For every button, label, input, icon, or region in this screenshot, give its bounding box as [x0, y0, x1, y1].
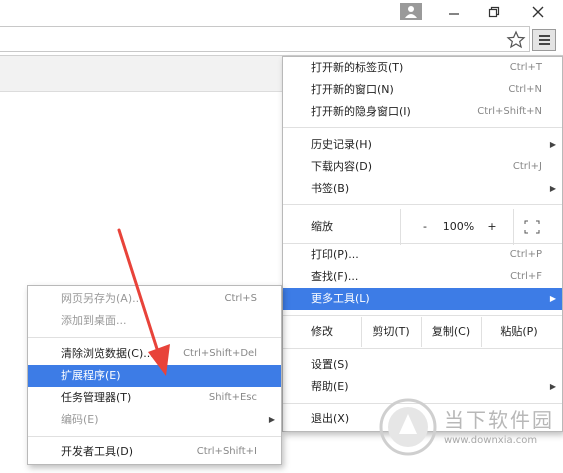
menu-separator	[28, 337, 281, 338]
browser-window: 打开新的标签页(T) Ctrl+T 打开新的窗口(N) Ctrl+N 打开新的隐…	[0, 0, 563, 473]
minimize-icon	[449, 13, 459, 15]
title-bar	[0, 0, 563, 24]
chrome-menu-button[interactable]	[532, 29, 556, 51]
watermark-logo	[379, 398, 437, 456]
submenu-item-save-page[interactable]: 网页另存为(A)... Ctrl+S	[28, 288, 281, 310]
main-menu: 打开新的标签页(T) Ctrl+T 打开新的窗口(N) Ctrl+N 打开新的隐…	[282, 56, 563, 432]
submenu-item-add-to-desktop[interactable]: 添加到桌面...	[28, 310, 281, 332]
menu-separator	[283, 348, 562, 349]
submenu-item-encoding[interactable]: 编码(E) ▶	[28, 409, 281, 431]
menu-separator	[283, 204, 562, 205]
person-icon	[405, 6, 417, 18]
menu-item-new-window[interactable]: 打开新的窗口(N) Ctrl+N	[283, 79, 562, 101]
menu-item-more-tools[interactable]: 更多工具(L) ▶	[283, 288, 562, 310]
submenu-arrow-icon: ▶	[549, 184, 556, 193]
star-icon	[506, 30, 526, 49]
copy-button[interactable]: 复制(C)	[421, 317, 481, 347]
menu-item-help[interactable]: 帮助(E) ▶	[283, 376, 562, 398]
submenu-item-extensions[interactable]: 扩展程序(E)	[28, 365, 281, 387]
menu-item-bookmarks[interactable]: 书签(B) ▶	[283, 178, 562, 200]
submenu-arrow-icon: ▶	[549, 294, 556, 303]
minimize-button[interactable]	[434, 0, 474, 24]
submenu-arrow-icon: ▶	[549, 140, 556, 149]
zoom-in-button[interactable]: +	[481, 209, 503, 245]
submenu-item-dev-tools[interactable]: 开发者工具(D) Ctrl+Shift+I	[28, 441, 281, 463]
zoom-out-button[interactable]: -	[414, 209, 436, 245]
close-button[interactable]	[518, 0, 558, 24]
more-tools-submenu: 网页另存为(A)... Ctrl+S 添加到桌面... 清除浏览数据(C)...…	[27, 285, 282, 465]
zoom-row: 缩放 - 100% +	[283, 209, 562, 245]
address-bar[interactable]	[0, 26, 530, 52]
menu-separator	[283, 315, 562, 316]
edit-label: 修改	[311, 325, 333, 338]
watermark-url: www.downxia.com	[444, 435, 538, 446]
fullscreen-icon	[524, 220, 540, 234]
zoom-label: 缩放	[311, 220, 333, 233]
page-content-header	[0, 56, 300, 92]
menu-item-settings[interactable]: 设置(S)	[283, 354, 562, 376]
menu-separator	[28, 436, 281, 437]
paste-button[interactable]: 粘贴(P)	[489, 317, 549, 347]
menu-separator	[283, 127, 562, 128]
menu-item-print[interactable]: 打印(P)... Ctrl+P	[283, 244, 562, 266]
submenu-arrow-icon: ▶	[268, 415, 275, 424]
restore-icon	[488, 6, 500, 18]
submenu-arrow-icon: ▶	[549, 382, 556, 391]
profile-button[interactable]	[400, 3, 422, 20]
bookmark-star-button[interactable]	[506, 30, 526, 50]
menu-item-new-tab[interactable]: 打开新的标签页(T) Ctrl+T	[283, 57, 562, 79]
restore-button[interactable]	[474, 0, 514, 24]
hamburger-icon	[539, 35, 550, 37]
submenu-item-clear-data[interactable]: 清除浏览数据(C)... Ctrl+Shift+Del	[28, 343, 281, 365]
close-icon	[532, 6, 544, 18]
menu-item-find[interactable]: 查找(F)... Ctrl+F	[283, 266, 562, 288]
menu-item-downloads[interactable]: 下载内容(D) Ctrl+J	[283, 156, 562, 178]
watermark-title: 当下软件园	[444, 408, 554, 432]
submenu-item-task-manager[interactable]: 任务管理器(T) Shift+Esc	[28, 387, 281, 409]
cut-button[interactable]: 剪切(T)	[361, 317, 421, 347]
toolbar	[0, 24, 563, 56]
menu-item-history[interactable]: 历史记录(H) ▶	[283, 134, 562, 156]
menu-item-new-incognito[interactable]: 打开新的隐身窗口(I) Ctrl+Shift+N	[283, 101, 562, 123]
edit-row: 修改 剪切(T) 复制(C) 粘贴(P)	[283, 317, 562, 347]
zoom-level: 100%	[442, 220, 475, 233]
fullscreen-button[interactable]	[523, 209, 547, 245]
